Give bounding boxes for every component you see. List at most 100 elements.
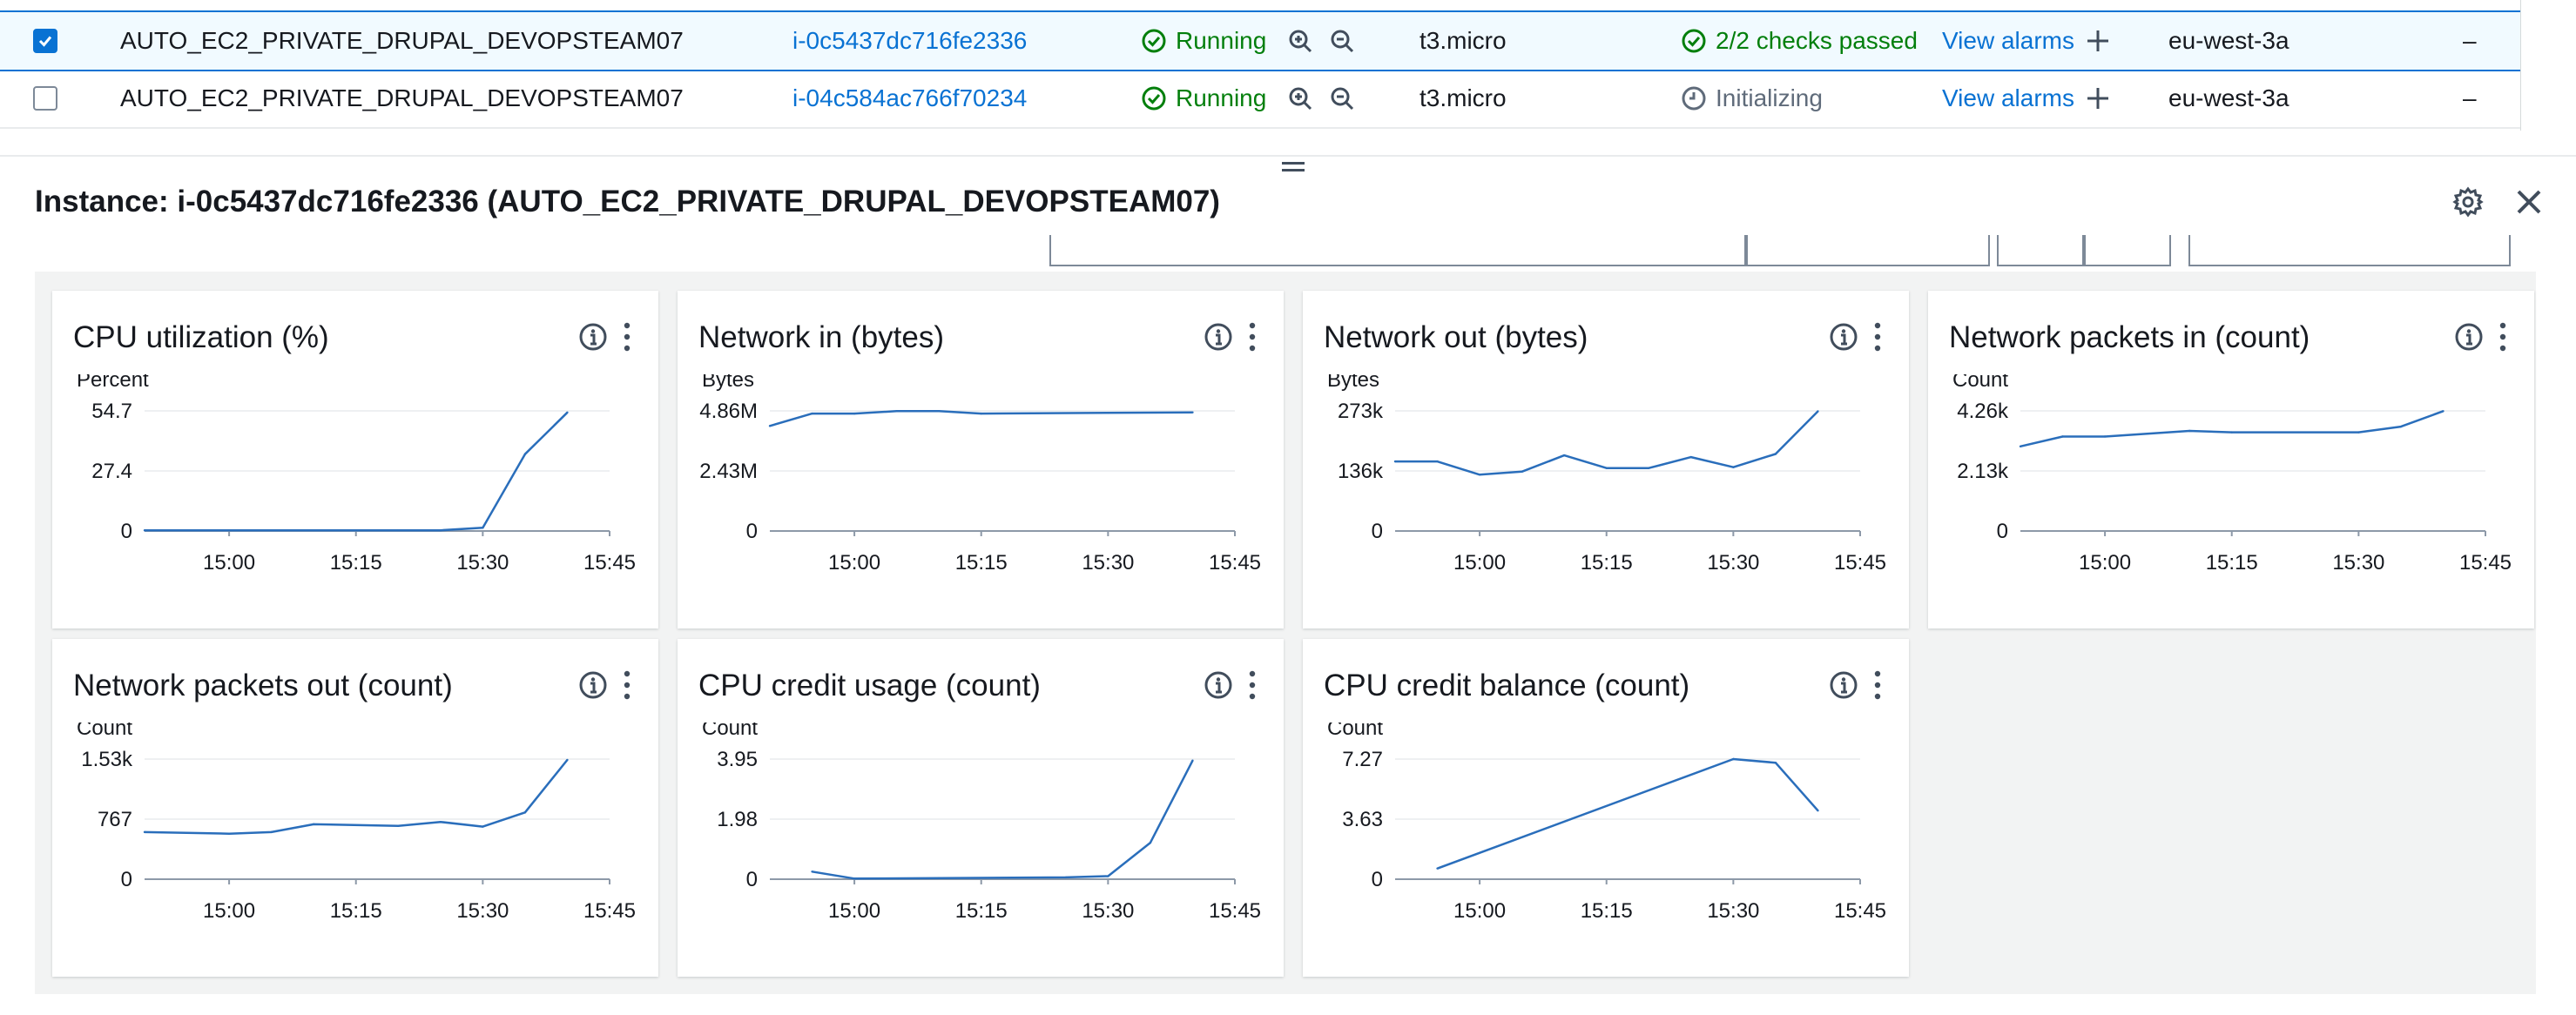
plus-icon[interactable] [2085,28,2111,54]
refresh-options-control[interactable] [2082,235,2171,266]
data-point [439,820,442,823]
y-tick-label: 1.98 [717,808,758,831]
check-circle-icon [1682,29,1706,53]
data-point [1191,759,1194,762]
row-checkbox[interactable] [33,29,57,53]
info-icon[interactable] [1204,670,1233,700]
zoom-out-icon[interactable] [1329,85,1355,111]
plus-icon[interactable] [2085,85,2111,111]
series-line[interactable] [144,759,569,835]
check-circle-icon [1142,29,1166,53]
refresh-control[interactable] [1997,235,2086,266]
x-tick-label: 15:30 [1082,899,1134,923]
add-to-dashboard-control[interactable] [2188,235,2511,266]
info-icon[interactable] [2454,322,2484,352]
check-circle-icon [1142,86,1166,111]
more-vertical-icon[interactable] [1869,320,1886,353]
instance-name: AUTO_EC2_PRIVATE_DRUPAL_DEVOPSTEAM07 [120,84,684,111]
y-tick-label: 767 [98,808,132,831]
data-point [2061,435,2064,438]
zoom-in-icon[interactable] [1287,28,1313,54]
info-icon[interactable] [1829,322,1858,352]
info-icon[interactable] [578,322,608,352]
data-point [482,527,484,529]
metric-card: CPU credit usage (count) Count 0 1.98 3.95 15… [678,639,1284,977]
view-alarms-link[interactable]: View alarms [1942,27,2074,55]
period-control[interactable] [1744,235,1990,266]
y-tick-label: 273k [1338,400,1384,423]
more-vertical-icon[interactable] [1869,669,1886,702]
data-point [143,529,146,532]
instance-id-link[interactable]: i-04c584ac766f70234 [792,84,1027,112]
y-tick-label: 2.43M [699,460,758,483]
more-vertical-icon[interactable] [2494,320,2512,353]
y-tick-label: 7.27 [1342,748,1383,771]
metric-card: CPU credit balance (count) Count 0 3.63 7.27… [1303,639,1909,977]
panel-resize-handle[interactable] [1282,162,1305,174]
instance-type: t3.micro [1419,27,1507,54]
series-line[interactable] [2020,410,2444,448]
data-point [895,410,898,413]
data-point [1436,867,1439,870]
metric-card: Network packets in (count) Count 0 2.13k 4.2… [1928,291,2534,628]
metrics-grid: CPU utilization (%) Percent 0 27.4 54.7 15:00… [35,272,2536,994]
data-point [1817,810,1819,812]
instance-state: Running [1141,84,1266,112]
table-row[interactable]: AUTO_EC2_PRIVATE_DRUPAL_DEVOPSTEAM07 i-0… [0,70,2520,129]
y-tick-label: 0 [1997,520,2008,543]
status-check: Initializing [1681,84,1823,112]
x-tick-label: 15:00 [203,551,255,575]
x-tick-label: 15:15 [330,551,382,575]
availability-zone: eu-west-3a [2168,27,2289,54]
zoom-in-icon[interactable] [1287,85,1313,111]
y-tick-label: 3.95 [717,748,758,771]
more-vertical-icon[interactable] [1244,669,1261,702]
row-checkbox[interactable] [33,86,57,111]
table-row[interactable]: AUTO_EC2_PRIVATE_DRUPAL_DEVOPSTEAM07 i-0… [0,10,2520,71]
time-range-control[interactable] [1049,235,1748,266]
data-point [1521,470,1523,473]
instance-id-link[interactable]: i-0c5437dc716fe2336 [792,27,1027,55]
data-point [1732,466,1735,468]
data-point [566,411,569,413]
series-line[interactable] [1437,757,1819,870]
x-tick-label: 15:45 [1834,551,1886,575]
more-vertical-icon[interactable] [618,669,636,702]
data-point [1817,410,1819,413]
info-icon[interactable] [578,670,608,700]
more-vertical-icon[interactable] [618,320,636,353]
public-ip: – [2463,27,2477,54]
info-icon[interactable] [1204,322,1233,352]
data-point [1191,411,1194,413]
data-point [1605,467,1608,469]
gear-icon[interactable] [2451,185,2485,219]
metric-card: CPU utilization (%) Percent 0 27.4 54.7 15:00… [52,291,658,628]
x-tick-label: 15:30 [456,899,509,923]
more-vertical-icon[interactable] [1244,320,1261,353]
x-tick-label: 15:00 [2079,551,2131,575]
view-alarms-link[interactable]: View alarms [1942,84,2074,112]
checkmark-icon [38,36,52,47]
x-tick-label: 15:00 [203,899,255,923]
y-tick-label: 0 [1372,520,1383,543]
panel-title: Instance: i-0c5437dc716fe2336 (AUTO_EC2_… [35,185,1220,218]
data-point [566,758,569,762]
zoom-out-icon[interactable] [1329,28,1355,54]
data-point [312,529,315,532]
x-tick-label: 15:30 [1082,551,1134,575]
series-line[interactable] [1395,410,1819,476]
instance-type: t3.micro [1419,84,1507,111]
y-tick-label: 1.53k [81,748,133,771]
alarm-status: View alarms [1942,84,2111,112]
data-point [397,824,400,827]
metric-title: CPU credit balance (count) [1324,669,1690,702]
x-tick-label: 15:00 [828,899,880,923]
close-icon[interactable] [2512,185,2546,219]
data-point [1774,453,1777,455]
x-tick-label: 15:30 [1707,551,1759,575]
data-point [1774,761,1777,764]
x-tick-label: 15:45 [1209,899,1261,923]
metric-title: CPU credit usage (count) [698,669,1041,702]
metric-chart: Bytes 0 136k 273k 15:00 15:15 15:30 15:45 [1327,374,1886,575]
info-icon[interactable] [1829,670,1858,700]
